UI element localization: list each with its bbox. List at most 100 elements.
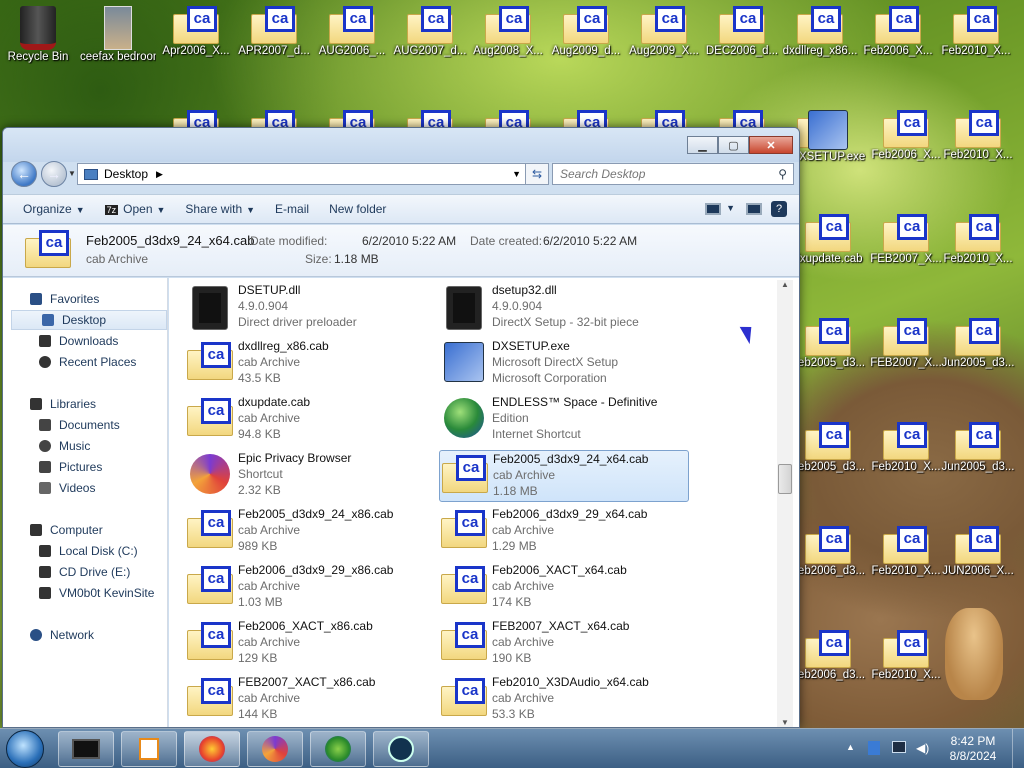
nav-recent-places[interactable]: Recent Places [39, 352, 136, 372]
clock[interactable]: 8:42 PM 8/8/2024 [940, 734, 1006, 764]
size-label: Size: [305, 252, 332, 266]
desktop-icon-6[interactable]: ca Aug2008_X... [470, 6, 546, 58]
vertical-scrollbar[interactable]: ▲ ▼ [777, 280, 793, 727]
desktop-icon-3[interactable]: ca APR2007_d... [236, 6, 312, 58]
file-item[interactable]: ca Feb2005_d3dx9_24_x86.cab cab Archive 989… [185, 506, 435, 558]
file-item[interactable]: ca FEB2007_XACT_x86.cab cab Archive 144 KB [185, 674, 435, 726]
desktop-icon-right-4[interactable]: ca FEB2007_X... [868, 214, 944, 266]
desktop-icon-right-10[interactable]: ca Feb2010_X... [868, 422, 944, 474]
desktop-icon-right-0[interactable]: DXSETUP.exe [790, 110, 866, 164]
taskbar-steam[interactable] [373, 731, 429, 767]
recent-pages-chevron-icon[interactable]: ▼ [68, 169, 76, 178]
close-button[interactable]: ✕ [749, 136, 793, 154]
view-chevron-down-icon[interactable]: ▼ [726, 203, 735, 213]
refresh-button[interactable]: ⇆ [525, 163, 549, 185]
cab-archive-icon: ca [805, 214, 851, 252]
minimize-button[interactable]: ▁ [687, 136, 718, 154]
nav-videos[interactable]: Videos [39, 478, 95, 498]
desktop-icon-1[interactable]: ceefax bedroom se... [80, 6, 156, 64]
file-item[interactable]: ca dxdllreg_x86.cab cab Archive 43.5 KB [185, 338, 435, 390]
taskbar-firefox[interactable] [184, 731, 240, 767]
desktop-icon-7[interactable]: ca Aug2009_d... [548, 6, 624, 58]
desktop-icon-12[interactable]: ca Feb2010_X... [938, 6, 1014, 58]
desktop-icon-right-3[interactable]: ca dxupdate.cab [790, 214, 866, 266]
file-item[interactable]: ca Feb2006_d3dx9_29_x86.cab cab Archive 1.0… [185, 562, 435, 614]
search-input[interactable]: Search Desktop ⚲ [552, 163, 794, 185]
nav-network-drive[interactable]: VM0b0t KevinSite [39, 583, 154, 603]
file-item[interactable]: ca Feb2005_d3dx9_24_x64.cab cab Archive 1.1… [439, 450, 689, 502]
desktop-icon-right-14[interactable]: ca JUN2006_X... [940, 526, 1016, 578]
desktop-icon-right-1[interactable]: ca Feb2006_X... [868, 110, 944, 162]
file-item[interactable]: ca FEB2007_XACT_x64.cab cab Archive 190 KB [439, 618, 689, 670]
file-item[interactable]: ca Feb2010_X3DAudio_x64.cab cab Archive 53.… [439, 674, 689, 726]
address-bar[interactable]: Desktop ▶ ▼ [77, 163, 527, 185]
desktop-icon-10[interactable]: ca dxdllreg_x86... [782, 6, 858, 58]
file-item[interactable]: dsetup32.dll 4.9.0.904 DirectX Setup - 32-… [439, 282, 689, 334]
help-icon[interactable]: ? [771, 201, 787, 217]
nav-computer[interactable]: Computer [30, 520, 103, 540]
share-with-button[interactable]: Share with ▼ [185, 202, 255, 216]
desktop-icon-5[interactable]: ca AUG2007_d... [392, 6, 468, 58]
scrollbar-thumb[interactable] [778, 464, 792, 494]
desktop-icon-9[interactable]: ca DEC2006_d... [704, 6, 780, 58]
file-item[interactable]: ca dxupdate.cab cab Archive 94.8 KB [185, 394, 435, 446]
nav-documents[interactable]: Documents [39, 415, 120, 435]
forward-button[interactable]: → [41, 161, 67, 187]
start-button[interactable] [6, 730, 44, 768]
taskbar-explorer[interactable] [58, 731, 114, 767]
back-button[interactable]: ← [11, 161, 37, 187]
nav-libraries[interactable]: Libraries [30, 394, 96, 414]
desktop-icon-right-16[interactable]: ca Feb2010_X... [868, 630, 944, 682]
show-desktop-button[interactable] [1012, 729, 1024, 768]
taskbar-media-player[interactable] [121, 731, 177, 767]
maximize-button[interactable]: ▢ [718, 136, 749, 154]
file-item[interactable]: ENDLESS™ Space - Definitive Edition Intern… [439, 394, 689, 446]
show-hidden-icons-icon[interactable]: ▲ [846, 742, 855, 752]
open-button[interactable]: 7z Open ▼ [104, 202, 165, 216]
file-item[interactable]: ca Feb2006_d3dx9_29_x64.cab cab Archive 1.2… [439, 506, 689, 558]
desktop-icon-right-6[interactable]: ca Feb2005_d3... [790, 318, 866, 370]
desktop-icon-right-12[interactable]: ca Feb2006_d3... [790, 526, 866, 578]
nav-pictures[interactable]: Pictures [39, 457, 102, 477]
nav-music[interactable]: Music [39, 436, 90, 456]
address-dropdown-icon[interactable]: ▼ [512, 169, 521, 179]
desktop-icon-right-13[interactable]: ca Feb2010_X... [868, 526, 944, 578]
new-folder-button[interactable]: New folder [329, 202, 386, 216]
desktop-icon-right-7[interactable]: ca FEB2007_X... [868, 318, 944, 370]
action-center-icon[interactable] [868, 741, 880, 755]
desktop-icon-right-5[interactable]: ca Feb2010_X... [940, 214, 1016, 266]
email-button[interactable]: E-mail [275, 202, 309, 216]
cab-archive-icon: ca [955, 526, 1001, 564]
desktop-icon-2[interactable]: ca Apr2006_X... [158, 6, 234, 58]
desktop-icon-right-2[interactable]: ca Feb2010_X... [940, 110, 1016, 162]
taskbar-epic-browser[interactable] [247, 731, 303, 767]
nav-desktop[interactable]: Desktop [11, 310, 167, 330]
file-item[interactable]: ca Feb2006_XACT_x64.cab cab Archive 174 KB [439, 562, 689, 614]
file-item[interactable]: DXSETUP.exe Microsoft DirectX Setup Micros… [439, 338, 689, 390]
change-view-icon[interactable] [705, 203, 721, 215]
desktop-icon-0[interactable]: Recycle Bin [0, 6, 76, 64]
taskbar-download-manager[interactable] [310, 731, 366, 767]
nav-favorites[interactable]: Favorites [30, 289, 99, 309]
breadcrumb-arrow-icon[interactable]: ▶ [156, 169, 163, 180]
nav-local-disk[interactable]: Local Disk (C:) [39, 541, 138, 561]
network-tray-icon[interactable] [892, 741, 906, 753]
file-item[interactable]: ca Feb2006_XACT_x86.cab cab Archive 129 KB [185, 618, 435, 670]
desktop-icon-right-9[interactable]: ca Feb2005_d3... [790, 422, 866, 474]
nav-downloads[interactable]: Downloads [39, 331, 118, 351]
desktop-icon-8[interactable]: ca Aug2009_X... [626, 6, 702, 58]
desktop-icon-right-15[interactable]: ca Feb2006_d3... [790, 630, 866, 682]
title-bar[interactable]: ▁ ▢ ✕ [3, 128, 799, 162]
desktop-icon-4[interactable]: ca AUG2006_... [314, 6, 390, 58]
file-item[interactable]: DSETUP.dll 4.9.0.904 Direct driver preload… [185, 282, 435, 334]
desktop-icon-right-8[interactable]: ca Jun2005_d3... [940, 318, 1016, 370]
clock-date: 8/8/2024 [949, 749, 997, 763]
nav-cd-drive[interactable]: CD Drive (E:) [39, 562, 130, 582]
organize-button[interactable]: Organize ▼ [23, 202, 85, 216]
file-item[interactable]: Epic Privacy Browser Shortcut 2.32 KB [185, 450, 435, 502]
preview-pane-icon[interactable] [746, 203, 762, 215]
nav-network[interactable]: Network [30, 625, 94, 645]
volume-icon[interactable]: ◀) [916, 741, 929, 755]
desktop-icon-11[interactable]: ca Feb2006_X... [860, 6, 936, 58]
desktop-icon-right-11[interactable]: ca Jun2005_d3... [940, 422, 1016, 474]
